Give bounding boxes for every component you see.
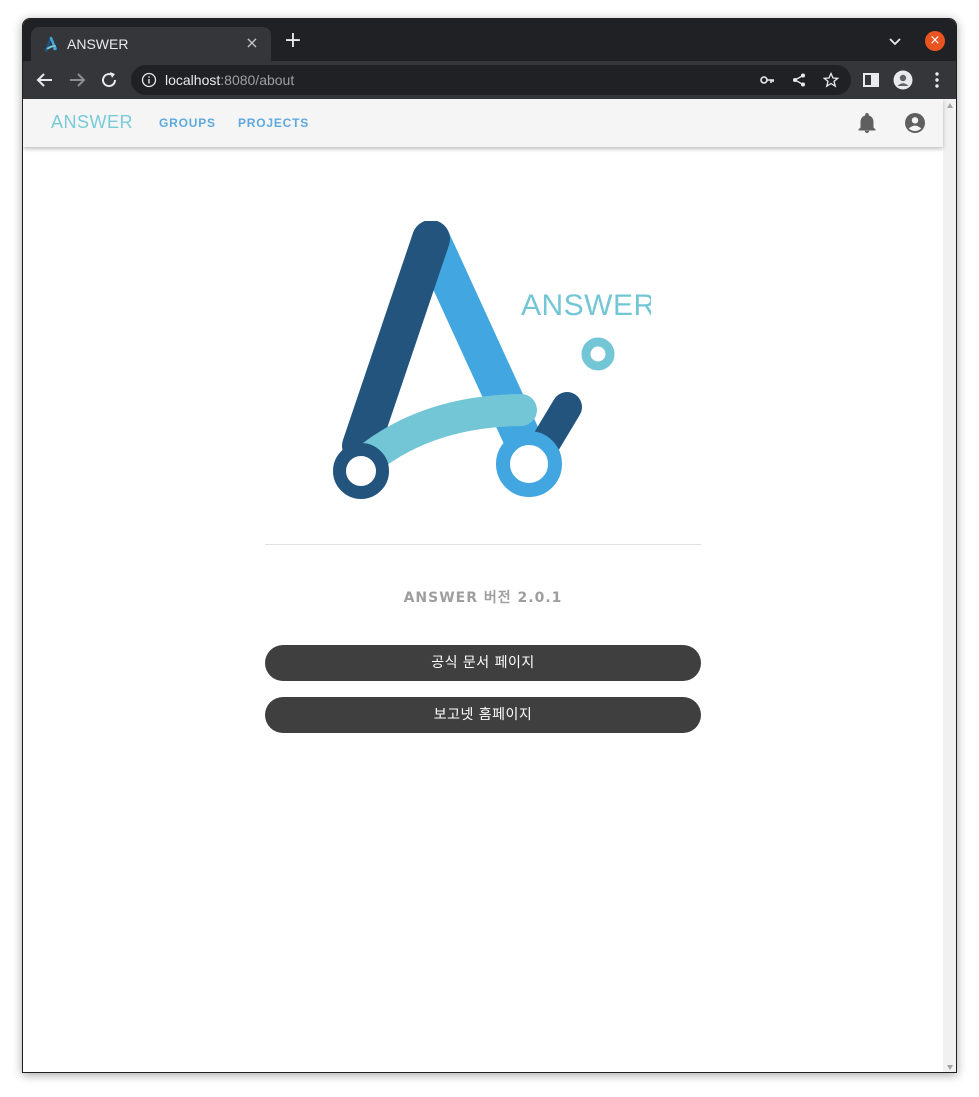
site-info-icon[interactable] xyxy=(141,72,157,88)
url-text: localhost:8080/about xyxy=(165,72,294,88)
browser-toolbar: localhost:8080/about xyxy=(23,61,956,99)
about-page-content: ANSWER ANSWER 버전 2.0.1 공식 문서 페이지 보고넷 홈페이… xyxy=(23,147,943,1072)
tab-close-icon[interactable]: × xyxy=(243,34,261,52)
brand-logo-text[interactable]: ANSWER xyxy=(51,112,133,133)
docs-page-button[interactable]: 공식 문서 페이지 xyxy=(265,645,701,681)
answer-favicon-icon xyxy=(44,36,57,52)
url-host: localhost xyxy=(165,72,221,88)
logo-wordmark: ANSWER xyxy=(521,289,651,322)
forward-arrow-icon[interactable] xyxy=(67,70,87,90)
account-circle-icon[interactable] xyxy=(903,111,927,135)
window-close-icon[interactable]: × xyxy=(925,31,945,51)
browser-tab[interactable]: ANSWER × xyxy=(31,27,271,61)
scroll-down-arrow-icon[interactable] xyxy=(947,1065,953,1070)
profile-avatar-icon[interactable] xyxy=(893,70,913,90)
tab-strip: ANSWER × + × xyxy=(23,19,956,61)
answer-logo: ANSWER xyxy=(333,221,651,499)
share-icon[interactable] xyxy=(791,72,807,88)
scroll-up-arrow-icon[interactable] xyxy=(947,103,953,108)
bookmark-star-icon[interactable] xyxy=(823,72,839,88)
app-header: ANSWER GROUPS PROJECTS xyxy=(23,99,943,147)
tab-title: ANSWER xyxy=(67,36,129,52)
key-icon[interactable] xyxy=(759,72,775,88)
new-tab-icon[interactable]: + xyxy=(283,30,303,52)
tab-search-chevron-icon[interactable] xyxy=(887,34,903,50)
address-bar[interactable]: localhost:8080/about xyxy=(131,65,851,95)
notification-bell-icon[interactable] xyxy=(855,111,879,135)
menu-kebab-icon[interactable] xyxy=(927,70,947,90)
nav-link-projects[interactable]: PROJECTS xyxy=(238,116,309,130)
reload-icon[interactable] xyxy=(99,70,119,90)
side-panel-icon[interactable] xyxy=(861,70,881,90)
back-arrow-icon[interactable] xyxy=(35,70,55,90)
browser-window: ANSWER × + × localhost:8080/about ANSWER… xyxy=(22,18,957,1073)
divider xyxy=(265,544,701,545)
url-path: :8080/about xyxy=(220,72,295,88)
nav-link-groups[interactable]: GROUPS xyxy=(159,116,216,130)
homepage-button[interactable]: 보고넷 홈페이지 xyxy=(265,697,701,733)
version-text: ANSWER 버전 2.0.1 xyxy=(403,590,563,606)
page-scrollbar[interactable] xyxy=(943,99,956,1072)
